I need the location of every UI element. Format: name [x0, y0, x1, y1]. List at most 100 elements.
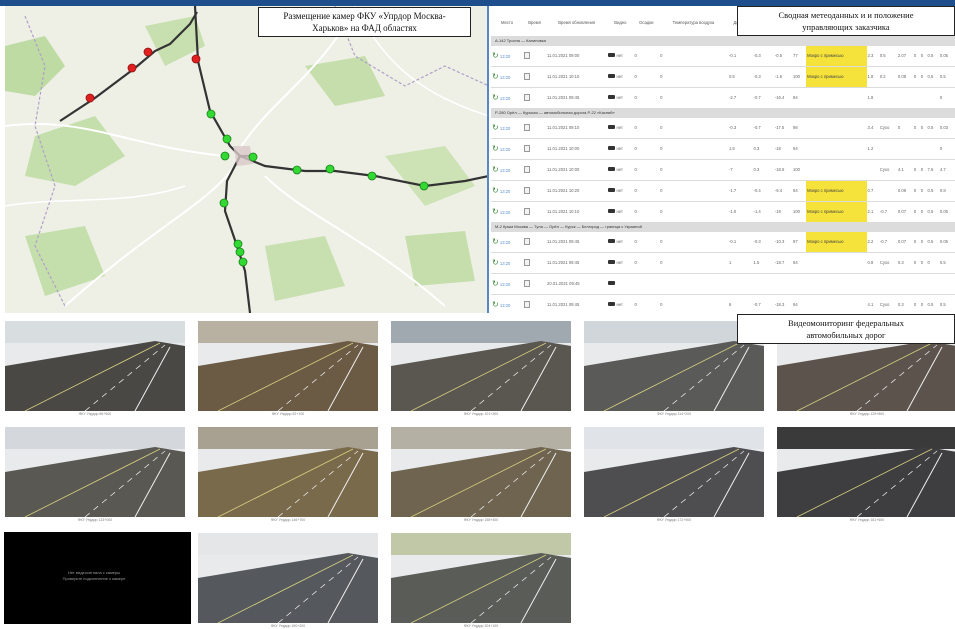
- row-time: 13:20: [499, 168, 511, 173]
- row-value: 94: [791, 87, 807, 109]
- cams-title-line2: автомобильных дорог: [806, 330, 886, 340]
- row-value: 0: [633, 180, 660, 202]
- row-value: 0: [919, 45, 927, 67]
- document-icon[interactable]: [524, 186, 531, 194]
- camera-view[interactable]: ФКУ Упрдор 181+600: [777, 427, 955, 523]
- document-icon[interactable]: [524, 51, 531, 59]
- camera-view[interactable]: ФКУ Упрдор 92+100: [198, 321, 378, 417]
- row-value: 0: [659, 252, 728, 274]
- column-header: Видео: [607, 10, 634, 37]
- row-time: 13:20: [499, 240, 511, 245]
- document-icon[interactable]: [524, 207, 531, 215]
- row-value: 0.3: [896, 294, 913, 315]
- document-icon[interactable]: [524, 123, 531, 131]
- table-row: ↻ 13:20 11.01.2021 10:20 нет 0 0 -1.7 -0.4 -9.…: [491, 180, 955, 202]
- row-value: 6: [727, 294, 753, 315]
- camera-image: [5, 427, 185, 517]
- row-value: [896, 273, 913, 295]
- refresh-icon[interactable]: ↻: [492, 186, 499, 195]
- row-value: -0.7: [752, 87, 774, 109]
- camera-icon[interactable]: [608, 53, 616, 57]
- row-value: 0: [919, 252, 927, 274]
- row-value: Сухо: [878, 117, 897, 139]
- document-icon[interactable]: [524, 72, 531, 80]
- row-value: -1.0: [727, 201, 753, 223]
- row-value: 2.07: [896, 45, 913, 67]
- row-time: 13:20: [499, 126, 511, 131]
- refresh-icon[interactable]: ↻: [492, 123, 499, 132]
- refresh-icon[interactable]: ↻: [492, 72, 499, 81]
- refresh-icon[interactable]: ↻: [492, 207, 499, 216]
- camera-caption: ФКУ Упрдор 158+400: [391, 517, 571, 523]
- row-status: нет: [616, 146, 623, 151]
- row-value: 4.7: [938, 159, 955, 181]
- document-icon[interactable]: [524, 279, 531, 287]
- refresh-icon[interactable]: ↻: [492, 165, 499, 174]
- row-value: -0.1: [727, 45, 753, 67]
- document-icon[interactable]: [524, 258, 531, 266]
- row-value: 0.05: [938, 45, 955, 67]
- table-row: ↻ 13:20 11.01.2021 09:45 нет 0 0 1 1.5 -18.7 94…: [491, 252, 955, 274]
- row-date: 11.01.2021 09:45: [546, 87, 608, 109]
- camera-icon[interactable]: [608, 95, 616, 99]
- camera-marker-green: [235, 247, 245, 257]
- camera-view[interactable]: ФКУ Упрдор 101+300: [391, 321, 571, 417]
- camera-view[interactable]: ФКУ Упрдор 190+200: [198, 533, 378, 629]
- row-value: 0.8: [866, 252, 879, 274]
- row-date: 11.01.2021 09:45: [546, 252, 608, 274]
- document-icon[interactable]: [524, 300, 531, 308]
- row-value: 0: [659, 231, 728, 253]
- row-value: 1.5: [727, 138, 753, 160]
- row-value: [919, 273, 927, 295]
- camera-icon[interactable]: [608, 146, 616, 150]
- camera-view[interactable]: ФКУ Упрдор 204+100: [391, 533, 571, 629]
- refresh-icon[interactable]: ↻: [492, 300, 499, 309]
- row-value: 0.7: [866, 180, 879, 202]
- refresh-icon[interactable]: ↻: [492, 258, 499, 267]
- row-value: 0: [919, 66, 927, 88]
- camera-icon[interactable]: [608, 281, 616, 285]
- camera-view[interactable]: ФКУ Упрдор 172+900: [584, 427, 764, 523]
- camera-icon[interactable]: [608, 209, 616, 213]
- row-value: 0: [919, 201, 927, 223]
- document-icon[interactable]: [524, 237, 531, 245]
- row-date: 11.01.2021 10:10: [546, 201, 608, 223]
- row-status: нет: [616, 188, 623, 193]
- refresh-icon[interactable]: ↻: [492, 144, 499, 153]
- camera-view[interactable]: ФКУ Упрдор 158+400: [391, 427, 571, 523]
- camera-map[interactable]: [5, 6, 489, 313]
- camera-icon[interactable]: [608, 260, 616, 264]
- column-header: Время: [523, 10, 547, 37]
- refresh-icon[interactable]: ↻: [492, 93, 499, 102]
- section-row: А-142 Тросна — Калиновка: [491, 36, 955, 46]
- camera-icon[interactable]: [608, 167, 616, 171]
- camera-icon[interactable]: [608, 239, 616, 243]
- camera-icon[interactable]: [608, 302, 616, 306]
- refresh-icon[interactable]: ↻: [492, 237, 499, 246]
- row-value: 0: [912, 231, 920, 253]
- refresh-icon[interactable]: ↻: [492, 51, 499, 60]
- camera-marker-green: [419, 181, 429, 191]
- document-icon[interactable]: [524, 165, 531, 173]
- row-value: -1.4: [752, 201, 774, 223]
- document-icon[interactable]: [524, 93, 531, 101]
- camera-no-signal[interactable]: Нет видеосигнала с камеры Проверьте подк…: [4, 532, 191, 624]
- table-row: ↻ 13:20 11.01.2021 10:10 нет 0 0 -1.0 -1.4 -19…: [491, 201, 955, 223]
- camera-icon[interactable]: [608, 125, 616, 129]
- camera-view[interactable]: ФКУ Упрдор 86+500: [5, 321, 185, 417]
- row-time: 13:20: [499, 303, 511, 308]
- row-value: 0: [633, 252, 660, 274]
- refresh-icon[interactable]: ↻: [492, 279, 499, 288]
- row-value: -18.5: [773, 159, 792, 181]
- row-value: -0.7: [752, 117, 774, 139]
- row-value: -0.7: [878, 231, 897, 253]
- camera-caption: ФКУ Упрдор 101+300: [391, 411, 571, 417]
- camera-view[interactable]: ФКУ Упрдор 133+000: [5, 427, 185, 523]
- camera-icon[interactable]: [608, 74, 616, 78]
- document-icon[interactable]: [524, 144, 531, 152]
- camera-icon[interactable]: [608, 188, 616, 192]
- camera-view[interactable]: ФКУ Упрдор 146+700: [198, 427, 378, 523]
- road-condition: [806, 294, 867, 315]
- camera-caption: ФКУ Упрдор 133+000: [5, 517, 185, 523]
- row-value: 98: [791, 117, 807, 139]
